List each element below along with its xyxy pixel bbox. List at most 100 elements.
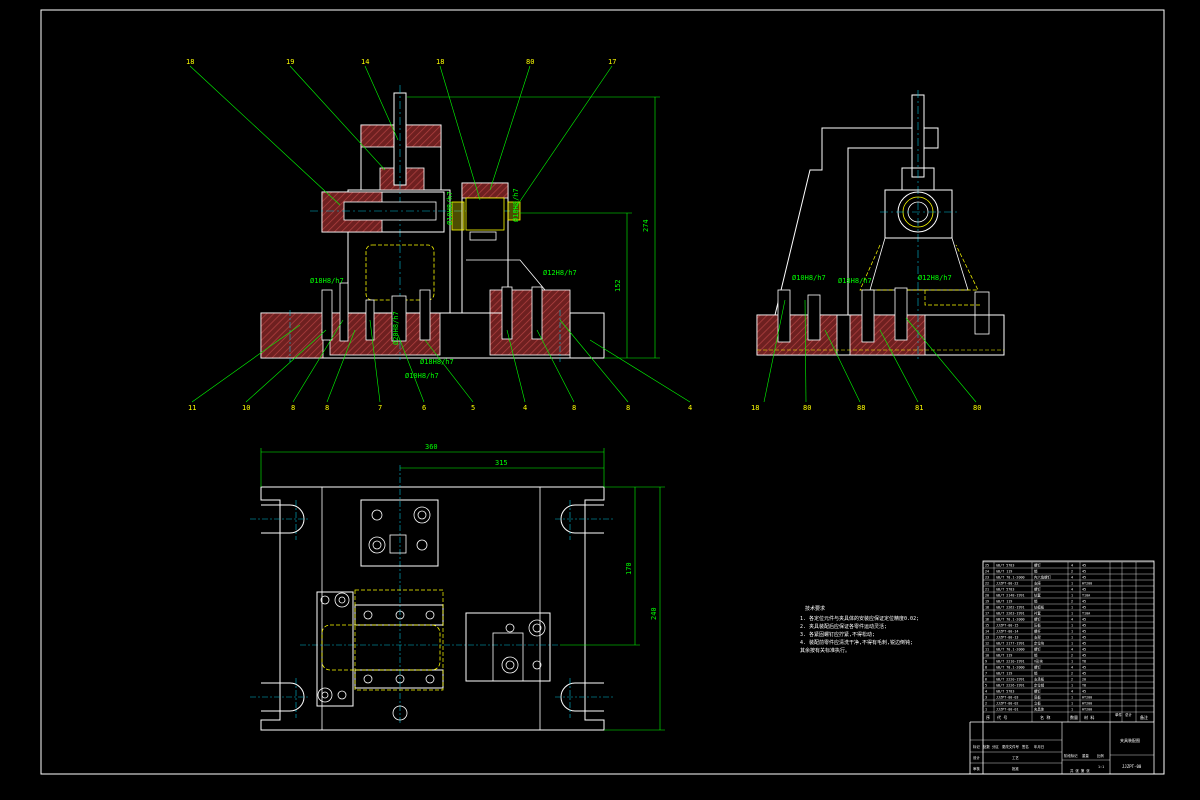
bom-cell: 定位销 — [1034, 683, 1045, 688]
bom-cell: 销 — [1034, 569, 1038, 574]
bom-row: 17 GB/T 2263-1991 衬套 1 T10A — [985, 611, 1090, 616]
side-fit-note-2: Ø18H8/h7 — [838, 277, 872, 285]
dim-240: 240 — [650, 607, 658, 620]
svg-text:标记: 标记 — [973, 744, 980, 749]
bom-cell: 45 — [1082, 618, 1086, 622]
bom-row: 21 GB/T 5783 螺钉 4 45 — [985, 587, 1086, 592]
svg-text:5: 5 — [471, 404, 475, 412]
svg-text:共 张 第 张: 共 张 第 张 — [1070, 768, 1090, 773]
bom-cell: 45 — [1082, 588, 1086, 592]
bom-cell: GB/T 2226-1991 — [996, 684, 1025, 688]
svg-text:数量: 数量 — [1070, 714, 1078, 720]
svg-text:11: 11 — [188, 404, 196, 412]
dim-274: 274 — [642, 219, 650, 232]
dim-152: 152 — [614, 279, 622, 292]
bom-cell: JJZPT-00-14 — [996, 630, 1018, 634]
bom-cell: 6 — [985, 678, 987, 682]
bom-cell: GB/T 2263-1991 — [996, 612, 1025, 616]
side-base-hatch-left — [756, 314, 838, 356]
bom-cell: HT200 — [1082, 582, 1092, 586]
svg-text:单件: 单件 — [1115, 712, 1122, 717]
title-block: 25 GB/T 5783 螺钉 4 4524 GB/T 119 销 2 4523 GB/T 70.… — [969, 560, 1155, 775]
bom-cell: 4 — [1071, 588, 1073, 592]
bom-cell: T10A — [1082, 612, 1090, 616]
bom-cell: 4 — [1071, 618, 1073, 622]
bom-cell: 45 — [1082, 630, 1086, 634]
bom-cell: 10 — [985, 654, 989, 658]
bom-cell: 销 — [1034, 599, 1038, 604]
bom-cell: 4 — [1071, 564, 1073, 568]
bom-cell: 4 — [1071, 690, 1073, 694]
bom-cell: 7 — [985, 672, 987, 676]
svg-text:14: 14 — [361, 58, 369, 66]
front-base-right-block — [569, 312, 605, 359]
bom-cell: 45 — [1082, 672, 1086, 676]
bom-cell: GB/T 2177-1991 — [996, 642, 1025, 646]
bom-cell: 20 — [1082, 678, 1086, 682]
front-top-labels: 18 19 14 18 80 17 — [186, 58, 616, 66]
bom-cell: GB/T 2220-1991 — [996, 678, 1025, 682]
svg-text:签名: 签名 — [1022, 744, 1029, 749]
bom-cell: GB/T 2262-1991 — [996, 606, 1025, 610]
bom-cell: 2 — [985, 702, 987, 706]
bom-cell: 25 — [985, 564, 989, 568]
bom-cell: 1 — [1071, 630, 1073, 634]
bom-cell: JJZPT-00-03 — [996, 696, 1018, 700]
plan-base-outline — [260, 486, 605, 731]
bom-row: 5 GB/T 2226-1991 定位销 1 T8 — [985, 683, 1086, 688]
bom-cell: 支架 — [1034, 635, 1041, 640]
bom-header: 序 代 号 名 称 数量 材 料 单件 总计 备注 — [986, 712, 1148, 720]
bom-cell: 销 — [1034, 671, 1038, 676]
svg-text:80: 80 — [973, 404, 981, 412]
bom-cell: GB/T 70.1-2000 — [996, 648, 1025, 652]
bom-cell: 螺钉 — [1034, 563, 1041, 568]
svg-text:8: 8 — [572, 404, 576, 412]
svg-text:设计: 设计 — [973, 755, 980, 760]
front-bottom-labels: 11 10 8 8 7 6 5 4 8 8 4 — [188, 404, 692, 412]
tech-req-title: 技术要求 — [805, 605, 825, 612]
bom-cell: 销 — [1034, 653, 1038, 658]
bom-row: 14 JJZPT-00-14 螺杆 1 45 — [985, 629, 1086, 634]
bom-cell: 支座 — [1034, 581, 1041, 586]
svg-text:8: 8 — [325, 404, 329, 412]
side-base-hatch-mid — [849, 314, 926, 356]
front-bushing-cap-hatch — [461, 182, 509, 199]
bom-cell: 压板 — [1034, 623, 1041, 628]
bom-cell: HT200 — [1082, 702, 1092, 706]
svg-text:1:1: 1:1 — [1098, 765, 1104, 769]
svg-text:4: 4 — [523, 404, 527, 412]
svg-text:其余按有关标准执行。: 其余按有关标准执行。 — [800, 647, 850, 654]
bom-cell: 钻模板 — [1034, 605, 1045, 610]
bom-cell: 螺杆 — [1034, 629, 1041, 634]
plan-u-slots — [261, 504, 604, 712]
dim-170: 170 — [625, 562, 633, 575]
bom-cell: 45 — [1082, 600, 1086, 604]
svg-text:88: 88 — [857, 404, 865, 412]
bom-row: 6 GB/T 2220-1991 支承板 2 20 — [985, 677, 1086, 682]
bom-cell: 螺钉 — [1034, 665, 1041, 670]
front-view: 274 152 Ø18H8/h7 Ø12H8/h7 Ø18H8/h7 Ø10H8… — [186, 58, 692, 412]
svg-text:序: 序 — [986, 714, 990, 720]
bom-cell: GB/T 5783 — [996, 588, 1014, 592]
bom-cell: 23 — [985, 576, 989, 580]
bom-row: 10 GB/T 119 销 2 45 — [985, 653, 1086, 658]
bom-cell: 立板 — [1034, 701, 1041, 706]
fit-note-2: Ø12H8/h7 — [543, 269, 577, 277]
bom-cell: 1 — [1071, 582, 1073, 586]
bom-cell: 1 — [1071, 594, 1073, 598]
bom-cell: 16 — [985, 618, 989, 622]
svg-text:总计: 总计 — [1125, 712, 1132, 717]
bom-cell: HT200 — [1082, 708, 1092, 712]
plan-clamp-lower — [354, 669, 444, 689]
svg-text:4: 4 — [688, 404, 692, 412]
bom-cell: 钻套 — [1034, 593, 1041, 598]
svg-text:比例: 比例 — [1097, 753, 1104, 758]
dim-360: 360 — [425, 443, 438, 451]
bom-cell: 45 — [1082, 666, 1086, 670]
bom-row: 1 JJZPT-00-01 夹具体 1 HT200 — [985, 707, 1092, 712]
side-labels: 18 80 88 81 80 — [751, 404, 981, 412]
svg-text:代 号: 代 号 — [997, 714, 1007, 720]
bom-cell: 1 — [1071, 624, 1073, 628]
bom-cell: 22 — [985, 582, 989, 586]
bom-cell: 15 — [985, 624, 989, 628]
